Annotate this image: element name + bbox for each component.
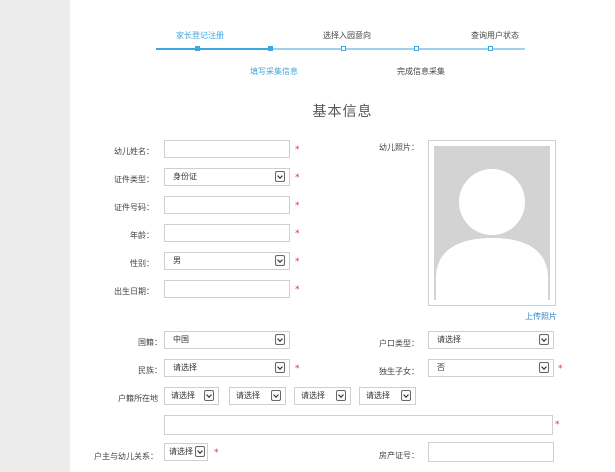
hukou-street-select[interactable]: 请选择 xyxy=(359,387,416,405)
ethnicity-value: 请选择 xyxy=(173,363,197,372)
section-title: 基本信息 xyxy=(312,104,373,120)
hukou-type-select[interactable]: 请选择 xyxy=(428,331,554,349)
hukou-province-value: 请选择 xyxy=(171,391,195,400)
step-query-status: 查询用户状态 xyxy=(471,31,519,40)
only-child-value: 否 xyxy=(437,363,445,372)
property-cert-input[interactable] xyxy=(428,442,554,462)
hukou-city-select[interactable]: 请选择 xyxy=(229,387,286,405)
hukou-district-select[interactable]: 请选择 xyxy=(294,387,351,405)
chevron-down-icon xyxy=(539,362,549,373)
hukou-location-label: 户籍所在地 xyxy=(118,394,158,403)
gender-label: 性别： xyxy=(130,259,154,268)
chevron-down-icon xyxy=(275,362,285,373)
required-mark: * xyxy=(295,145,300,155)
gender-select[interactable]: 男 xyxy=(164,252,290,270)
progress-track-remaining xyxy=(270,48,525,50)
child-name-input[interactable] xyxy=(164,140,290,158)
step-node-5 xyxy=(488,46,493,51)
relation-label: 户主与幼儿关系： xyxy=(94,452,158,461)
step-node-1 xyxy=(195,46,200,51)
hukou-type-value: 请选择 xyxy=(437,335,461,344)
photo-label: 幼儿照片： xyxy=(379,143,419,152)
required-mark: * xyxy=(295,173,300,183)
required-mark: * xyxy=(558,364,563,374)
required-mark: * xyxy=(555,420,560,430)
nationality-value: 中国 xyxy=(173,335,189,344)
upload-photo-link[interactable]: 上传照片 xyxy=(525,311,557,322)
nationality-select[interactable]: 中国 xyxy=(164,331,290,349)
required-mark: * xyxy=(295,285,300,295)
chevron-down-icon xyxy=(204,390,214,401)
hukou-type-label: 户口类型： xyxy=(379,339,419,348)
birth-date-label: 出生日期： xyxy=(114,287,154,296)
avatar-placeholder-icon xyxy=(434,146,550,300)
step-choose-kindergarten: 选择入园意向 xyxy=(323,31,371,40)
property-cert-label: 房产证号： xyxy=(379,451,419,460)
chevron-down-icon xyxy=(271,390,281,401)
chevron-down-icon xyxy=(195,446,205,457)
id-type-label: 证件类型： xyxy=(114,175,154,184)
ethnicity-label: 民族： xyxy=(138,366,162,375)
form-page: 家长登记注册 选择入园意向 查询用户状态 填写采集信息 完成信息采集 基本信息 … xyxy=(70,0,615,472)
chevron-down-icon xyxy=(275,255,285,266)
progress-track-done xyxy=(156,48,270,50)
step-node-2 xyxy=(268,46,273,51)
chevron-down-icon xyxy=(539,334,549,345)
only-child-label: 独生子女： xyxy=(379,367,419,376)
relation-value: 请选择 xyxy=(169,447,193,456)
chevron-down-icon xyxy=(336,390,346,401)
birth-date-input[interactable] xyxy=(164,280,290,298)
step-complete: 完成信息采集 xyxy=(397,67,445,76)
step-node-3 xyxy=(341,46,346,51)
hukou-address-input[interactable] xyxy=(164,415,553,435)
required-mark: * xyxy=(214,448,219,458)
age-label: 年龄： xyxy=(130,231,154,240)
gender-value: 男 xyxy=(173,256,181,265)
id-type-select[interactable]: 身份证 xyxy=(164,168,290,186)
child-name-label: 幼儿姓名： xyxy=(114,147,154,156)
hukou-city-value: 请选择 xyxy=(236,391,260,400)
chevron-down-icon xyxy=(275,171,285,182)
step-node-4 xyxy=(414,46,419,51)
step-register: 家长登记注册 xyxy=(176,31,224,40)
id-number-label: 证件号码： xyxy=(114,203,154,212)
chevron-down-icon xyxy=(275,334,285,345)
id-type-value: 身份证 xyxy=(173,172,197,181)
ethnicity-select[interactable]: 请选择 xyxy=(164,359,290,377)
required-mark: * xyxy=(295,364,300,374)
nationality-label: 国籍： xyxy=(138,338,162,347)
required-mark: * xyxy=(295,257,300,267)
step-fill-info: 填写采集信息 xyxy=(250,67,298,76)
id-number-input[interactable] xyxy=(164,196,290,214)
only-child-select[interactable]: 否 xyxy=(428,359,554,377)
chevron-down-icon xyxy=(401,390,411,401)
hukou-province-select[interactable]: 请选择 xyxy=(164,387,219,405)
hukou-street-value: 请选择 xyxy=(366,391,390,400)
hukou-district-value: 请选择 xyxy=(301,391,325,400)
age-input[interactable] xyxy=(164,224,290,242)
required-mark: * xyxy=(295,229,300,239)
required-mark: * xyxy=(295,201,300,211)
photo-frame xyxy=(428,140,556,306)
relation-select[interactable]: 请选择 xyxy=(164,443,208,461)
